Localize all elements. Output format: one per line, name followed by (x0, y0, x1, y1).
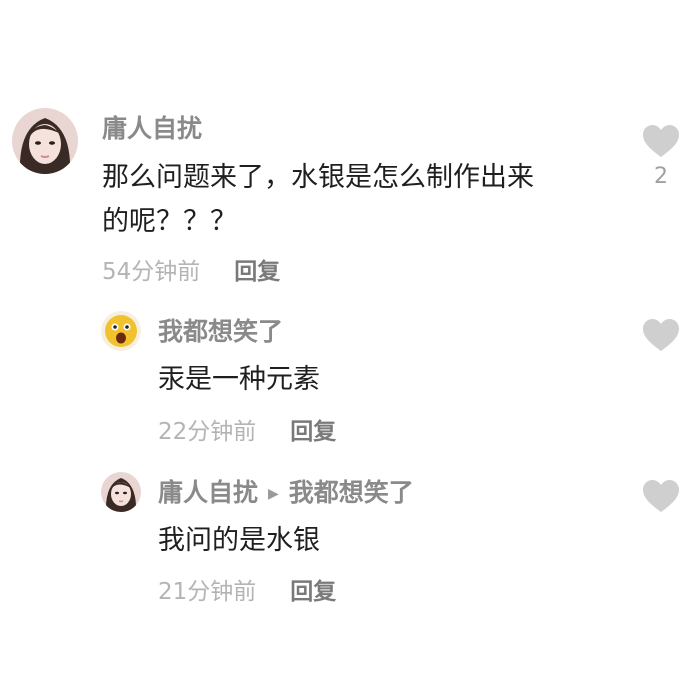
like-button[interactable] (641, 479, 681, 513)
reply-username: 庸人自扰 ▶ 我都想笑了 (158, 478, 414, 509)
heart-icon (643, 480, 679, 512)
avatar[interactable] (12, 108, 78, 174)
avatar[interactable] (101, 472, 141, 512)
avatar[interactable] (101, 311, 141, 351)
comment-text: 那么问题来了，水银是怎么制作出来 的呢？？？ (102, 156, 534, 244)
comment-meta: 54分钟前 回复 (102, 257, 280, 287)
reply-button[interactable]: 回复 (290, 419, 336, 445)
comment-meta: 22分钟前 回复 (158, 417, 336, 447)
reply-button[interactable]: 回复 (290, 579, 336, 605)
reply-target-user[interactable]: 我都想笑了 (289, 478, 414, 507)
reply-username[interactable]: 我都想笑了 (158, 317, 283, 347)
like-button[interactable]: 2 (641, 124, 681, 190)
reply-text: 我问的是水银 (158, 525, 320, 556)
reply-arrow-icon: ▶ (268, 486, 279, 502)
heart-icon (643, 125, 679, 157)
reply-author[interactable]: 庸人自扰 (158, 478, 258, 507)
reply-text: 汞是一种元素 (158, 364, 320, 395)
like-button[interactable] (641, 318, 681, 352)
comment-meta: 21分钟前 回复 (158, 577, 336, 607)
like-count: 2 (654, 164, 668, 189)
comment-text-line: 那么问题来了，水银是怎么制作出来 (102, 162, 534, 193)
comment-username[interactable]: 庸人自扰 (102, 114, 202, 144)
reply-button[interactable]: 回复 (234, 259, 280, 285)
comment-time: 54分钟前 (102, 259, 201, 285)
comment-thread: 庸人自扰 那么问题来了，水银是怎么制作出来 的呢？？？ 54分钟前 回复 2 我… (0, 0, 690, 690)
comment-text-line: 的呢？？？ (102, 206, 237, 237)
comment-time: 22分钟前 (158, 419, 257, 445)
comment-time: 21分钟前 (158, 579, 257, 605)
heart-icon (643, 319, 679, 351)
